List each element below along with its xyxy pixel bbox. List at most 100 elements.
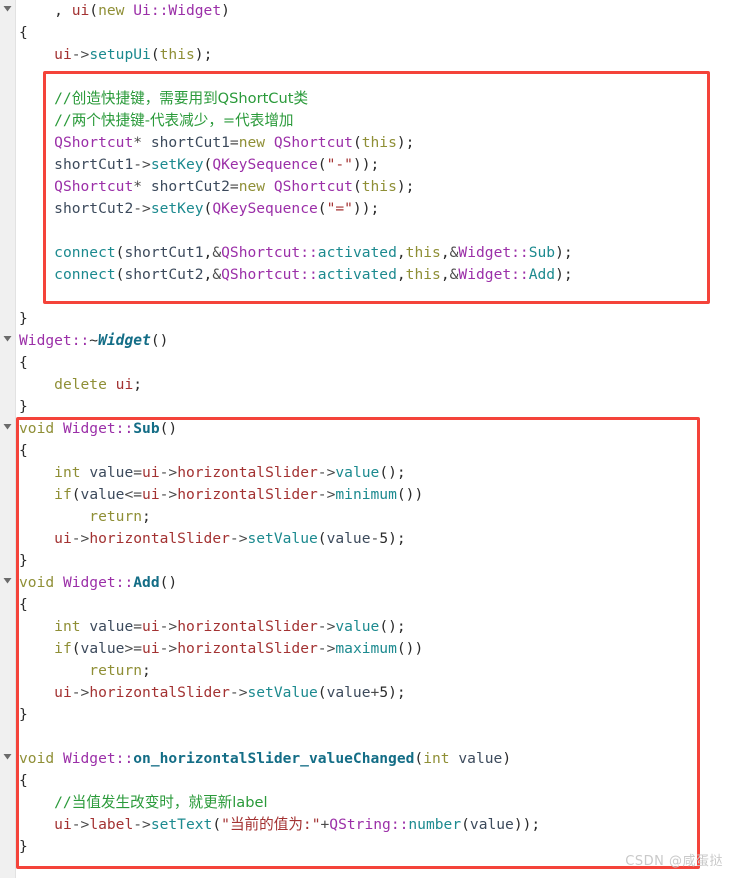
code-line[interactable]: shortCut1->setKey(QKeySequence("-")); (16, 154, 733, 176)
code-token: -> (159, 618, 178, 635)
code-token: QShortcut (54, 134, 134, 151)
code-line[interactable]: //创造快捷键，需要用到QShortCut类 (16, 88, 733, 110)
code-token: -> (229, 684, 248, 701)
code-token: this (159, 46, 195, 63)
code-token: this (405, 244, 441, 261)
code-line[interactable]: ui->horizontalSlider->setValue(value+5); (16, 682, 733, 704)
code-token: ); (388, 684, 406, 701)
code-line[interactable]: connect(shortCut1,&QShortcut::activated,… (16, 242, 733, 264)
code-token: ( (203, 156, 213, 173)
code-token: ( (203, 200, 213, 217)
code-token: label (89, 816, 134, 833)
code-token: } (19, 552, 28, 569)
triangle-down-icon[interactable] (2, 421, 13, 432)
code-token: if (54, 640, 72, 657)
code-line[interactable]: void Widget::on_horizontalSlider_valueCh… (16, 748, 733, 770)
code-token: horizontalSlider (89, 530, 230, 547)
code-line[interactable]: //两个快捷键-代表减少，=代表增加 (16, 110, 733, 132)
code-token: value (469, 816, 514, 833)
code-line[interactable]: connect(shortCut2,&QShortcut::activated,… (16, 264, 733, 286)
code-token: 当前的值为 (229, 816, 303, 833)
code-token: <= (124, 486, 143, 503)
code-line[interactable]: if(value<=ui->horizontalSlider->minimum(… (16, 484, 733, 506)
code-editor[interactable]: , ui(new Ui::Widget){ ui->setupUi(this);… (0, 0, 733, 878)
code-token: return (89, 508, 143, 525)
code-token: :: (511, 266, 529, 283)
code-token: // (19, 794, 72, 811)
code-line[interactable]: } (16, 396, 733, 418)
code-token: Sub (528, 244, 556, 261)
code-line[interactable]: ui->setupUi(this); (16, 44, 733, 66)
code-token: * (133, 178, 143, 195)
code-token: value (335, 618, 380, 635)
code-token: & (212, 266, 222, 283)
code-token: setKey (150, 156, 204, 173)
code-token: :: (115, 574, 134, 591)
triangle-down-icon[interactable] (2, 751, 13, 762)
triangle-down-icon[interactable] (2, 333, 13, 344)
code-token: >= (124, 640, 143, 657)
code-line[interactable]: return; (16, 660, 733, 682)
code-line[interactable]: shortCut2->setKey(QKeySequence("=")); (16, 198, 733, 220)
code-line[interactable]: int value=ui->horizontalSlider->value(); (16, 462, 733, 484)
code-line[interactable] (16, 66, 733, 88)
code-line[interactable]: , ui(new Ui::Widget) (16, 0, 733, 22)
triangle-down-icon[interactable] (2, 575, 13, 586)
code-token: { (19, 354, 28, 371)
code-line[interactable]: ui->horizontalSlider->setValue(value-5); (16, 528, 733, 550)
code-token: ( (317, 200, 327, 217)
code-line[interactable]: } (16, 308, 733, 330)
code-token: ui (54, 530, 72, 547)
code-line[interactable]: return; (16, 506, 733, 528)
code-line[interactable] (16, 726, 733, 748)
code-line[interactable]: { (16, 352, 733, 374)
code-line[interactable]: //当值发生改变时，就更新label (16, 792, 733, 814)
code-text-area[interactable]: , ui(new Ui::Widget){ ui->setupUi(this);… (16, 0, 733, 878)
code-line[interactable]: QShortcut* shortCut1=new QShortcut(this)… (16, 132, 733, 154)
triangle-down-icon[interactable] (2, 3, 13, 14)
code-token: ); (555, 244, 573, 261)
code-token: -> (71, 46, 90, 63)
code-line[interactable]: { (16, 770, 733, 792)
code-token: -> (133, 200, 151, 217)
code-line[interactable] (16, 220, 733, 242)
code-token: (); (379, 464, 406, 481)
code-line[interactable]: ui->label->setText("当前的值为:"+QString::num… (16, 814, 733, 836)
code-token: { (19, 772, 28, 789)
fold-gutter[interactable] (0, 0, 16, 878)
code-line[interactable]: int value=ui->horizontalSlider->value(); (16, 616, 733, 638)
code-line[interactable]: } (16, 704, 733, 726)
code-line[interactable]: delete ui; (16, 374, 733, 396)
code-token: -> (317, 486, 336, 503)
code-line[interactable]: { (16, 22, 733, 44)
code-token: (); (379, 618, 406, 635)
code-token: QShortcut (273, 134, 353, 151)
code-token: // (19, 90, 72, 107)
code-line[interactable]: if(value>=ui->horizontalSlider->maximum(… (16, 638, 733, 660)
code-line[interactable]: Widget::~Widget() (16, 330, 733, 352)
code-token: QString (329, 816, 391, 833)
code-line[interactable] (16, 286, 733, 308)
code-token: new (98, 2, 125, 19)
code-token: void (19, 420, 55, 437)
code-token: setKey (150, 200, 204, 217)
code-token: connect (54, 244, 116, 261)
code-token: Add (133, 574, 160, 591)
code-line[interactable]: QShortcut* shortCut2=new QShortcut(this)… (16, 176, 733, 198)
code-line[interactable]: { (16, 440, 733, 462)
code-line[interactable]: } (16, 550, 733, 572)
code-line[interactable]: { (16, 594, 733, 616)
code-line[interactable]: void Widget::Add() (16, 572, 733, 594)
code-token: if (54, 486, 72, 503)
code-line[interactable]: void Widget::Sub() (16, 418, 733, 440)
code-token: , (440, 266, 450, 283)
code-token: } (19, 310, 28, 327)
